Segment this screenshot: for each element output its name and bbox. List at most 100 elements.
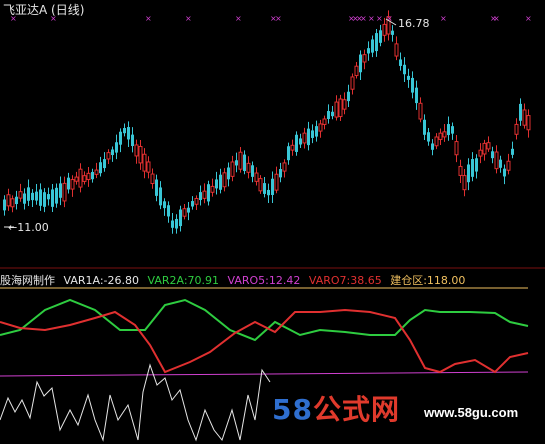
candle-body <box>74 176 79 182</box>
high-price-label: 16.78 <box>398 17 430 30</box>
candle-body <box>127 127 130 140</box>
candle-body <box>246 162 251 173</box>
candle-body <box>86 172 91 181</box>
candle-body <box>494 151 499 170</box>
candle-body <box>411 77 414 93</box>
candle-body <box>267 189 270 196</box>
candle-body <box>115 142 118 153</box>
candle-body <box>78 168 83 188</box>
candle-body <box>91 171 94 180</box>
candle-body <box>299 138 302 145</box>
candle-body <box>6 194 11 207</box>
candle-body <box>10 198 15 208</box>
candle-body <box>394 43 399 57</box>
candle-body <box>18 191 23 199</box>
candle-body <box>511 148 514 155</box>
candle-body <box>458 165 463 176</box>
signal-marker: × <box>145 14 152 23</box>
candle-body <box>371 39 374 53</box>
candle-body <box>362 54 367 63</box>
candle-body <box>454 141 459 156</box>
candle-body <box>62 182 67 202</box>
candle-body <box>467 164 470 183</box>
candle-body <box>31 192 34 201</box>
candle-body <box>503 168 506 177</box>
candle-body <box>311 130 314 138</box>
candle-body <box>327 111 330 119</box>
candle-body <box>418 102 423 120</box>
chart-stage: × × × × × ×× ×××× × × × × ×× × <box>0 10 545 442</box>
signal-marker: × <box>275 14 282 23</box>
candle-body <box>318 123 323 132</box>
candle-body <box>146 161 151 173</box>
candle-body <box>379 30 382 43</box>
candle-body <box>282 162 287 172</box>
candle-body <box>391 30 394 35</box>
candle-body <box>427 132 430 142</box>
candle-body <box>43 192 46 207</box>
indicator-value: VARO5:12.42 <box>227 274 301 287</box>
candle-body <box>210 185 215 193</box>
candle-body <box>3 199 6 211</box>
candle-body <box>334 101 339 118</box>
candle-body <box>263 183 266 194</box>
candle-body <box>478 149 483 157</box>
signal-markers: × × × × × ×× ×××× × × × × ×× × <box>10 14 532 23</box>
indicator-name: 股海网制作 <box>0 274 55 287</box>
candle-body <box>243 154 246 172</box>
var2a-line <box>0 298 529 342</box>
candle-body <box>434 136 439 147</box>
candle-body <box>338 98 343 118</box>
candle-body <box>447 124 450 136</box>
indicator-value: VARO7:38.65 <box>308 274 382 287</box>
candle-body <box>462 175 467 191</box>
indicator-value: 建仓区:118.00 <box>390 274 466 287</box>
candle-body <box>451 126 454 134</box>
candle-body <box>519 103 522 121</box>
candle-body <box>199 192 202 201</box>
signal-marker: × <box>360 14 367 23</box>
candle-body <box>202 190 207 199</box>
candle-body <box>307 128 310 146</box>
signal-marker: × <box>235 14 242 23</box>
candle-body <box>514 123 519 135</box>
candle-body <box>175 218 178 229</box>
candle-body <box>219 174 222 190</box>
candle-body <box>442 131 447 138</box>
candle-body <box>251 165 254 177</box>
candle-body <box>482 142 487 155</box>
candle-body <box>295 134 298 152</box>
candle-body <box>475 158 478 172</box>
candlestick-chart[interactable] <box>3 10 531 234</box>
candle-body <box>55 187 58 204</box>
candle-body <box>279 169 282 178</box>
candle-body <box>367 48 370 54</box>
candle-body <box>191 201 194 207</box>
candle-body <box>171 220 174 228</box>
candle-body <box>179 209 182 227</box>
candle-body <box>227 167 230 180</box>
candle-body <box>403 64 406 75</box>
candle-body <box>230 161 235 177</box>
candle-body <box>215 179 218 189</box>
watermark-logo: 58公式网 <box>272 393 400 426</box>
signal-marker: × <box>440 14 447 23</box>
candle-body <box>258 178 263 192</box>
candle-body <box>491 151 494 159</box>
candle-body <box>315 126 318 137</box>
signal-marker: × <box>525 14 532 23</box>
candle-body <box>522 109 527 126</box>
candle-body <box>163 201 166 209</box>
candle-body <box>155 179 158 196</box>
candle-body <box>322 118 327 125</box>
candle-body <box>187 207 190 213</box>
candle-body <box>287 146 290 161</box>
candle-body <box>39 189 42 206</box>
signal-marker: × <box>493 14 500 23</box>
candle-body <box>375 33 378 52</box>
candle-body <box>111 149 114 156</box>
candle-body <box>23 193 26 204</box>
candle-body <box>15 196 18 205</box>
candle-body <box>382 23 387 36</box>
low-price-label: ←11.00 <box>8 221 49 234</box>
